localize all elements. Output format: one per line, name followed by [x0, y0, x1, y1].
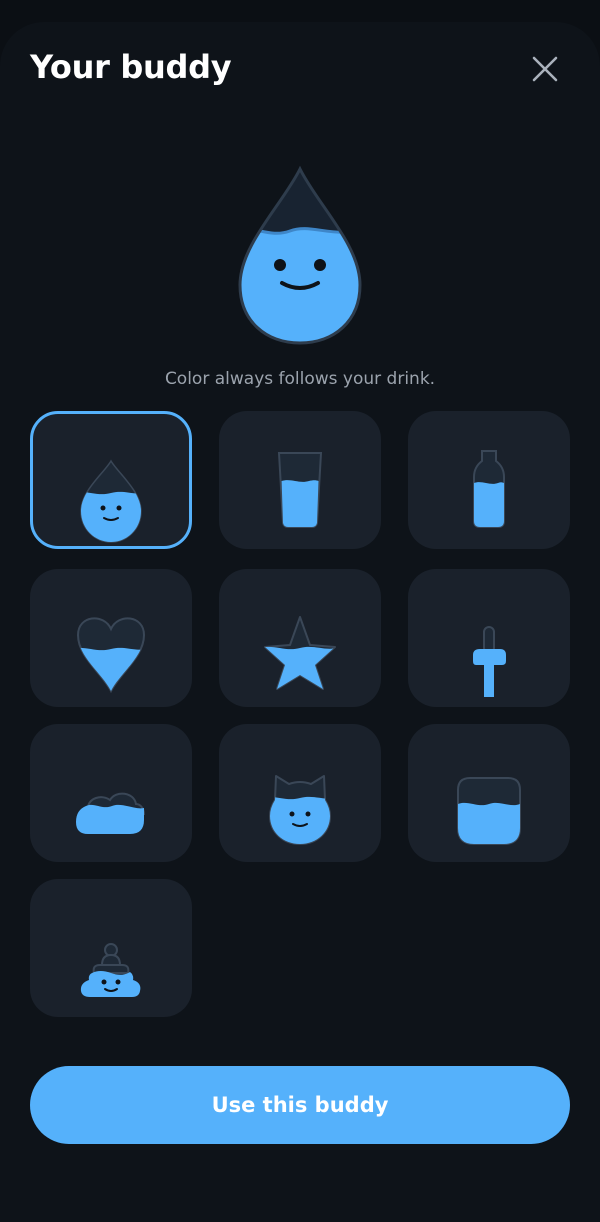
buddy-option-drop[interactable]: [30, 411, 192, 549]
water-drop-buddy-icon: [238, 165, 362, 345]
star-icon: [264, 616, 336, 690]
page-title: Your buddy: [30, 48, 232, 86]
close-icon: [532, 56, 558, 82]
cloud-icon: [76, 792, 146, 834]
buddy-option-star[interactable]: [219, 569, 381, 707]
buddy-option-faucet[interactable]: [408, 569, 570, 707]
buddy-option-glass[interactable]: [219, 411, 381, 549]
faucet-icon: [473, 626, 506, 697]
preview-caption: Color always follows your drink.: [164, 369, 436, 389]
buddy-option-cloud[interactable]: [30, 724, 192, 862]
glass-icon: [277, 452, 323, 528]
buddy-option-bottle[interactable]: [408, 411, 570, 549]
close-button[interactable]: [522, 46, 568, 92]
poop-icon: [80, 943, 141, 997]
drop-icon: [80, 459, 142, 543]
buddy-option-cat[interactable]: [219, 724, 381, 862]
use-buddy-button[interactable]: Use this buddy: [30, 1066, 570, 1144]
heart-icon: [76, 617, 146, 694]
buddy-option-poop[interactable]: [30, 879, 192, 1017]
buddy-option-heart[interactable]: [30, 569, 192, 707]
bottle-icon: [473, 450, 505, 528]
cat-icon: [269, 775, 331, 845]
buddy-option-jar[interactable]: [408, 724, 570, 862]
jar-icon: [457, 777, 521, 845]
